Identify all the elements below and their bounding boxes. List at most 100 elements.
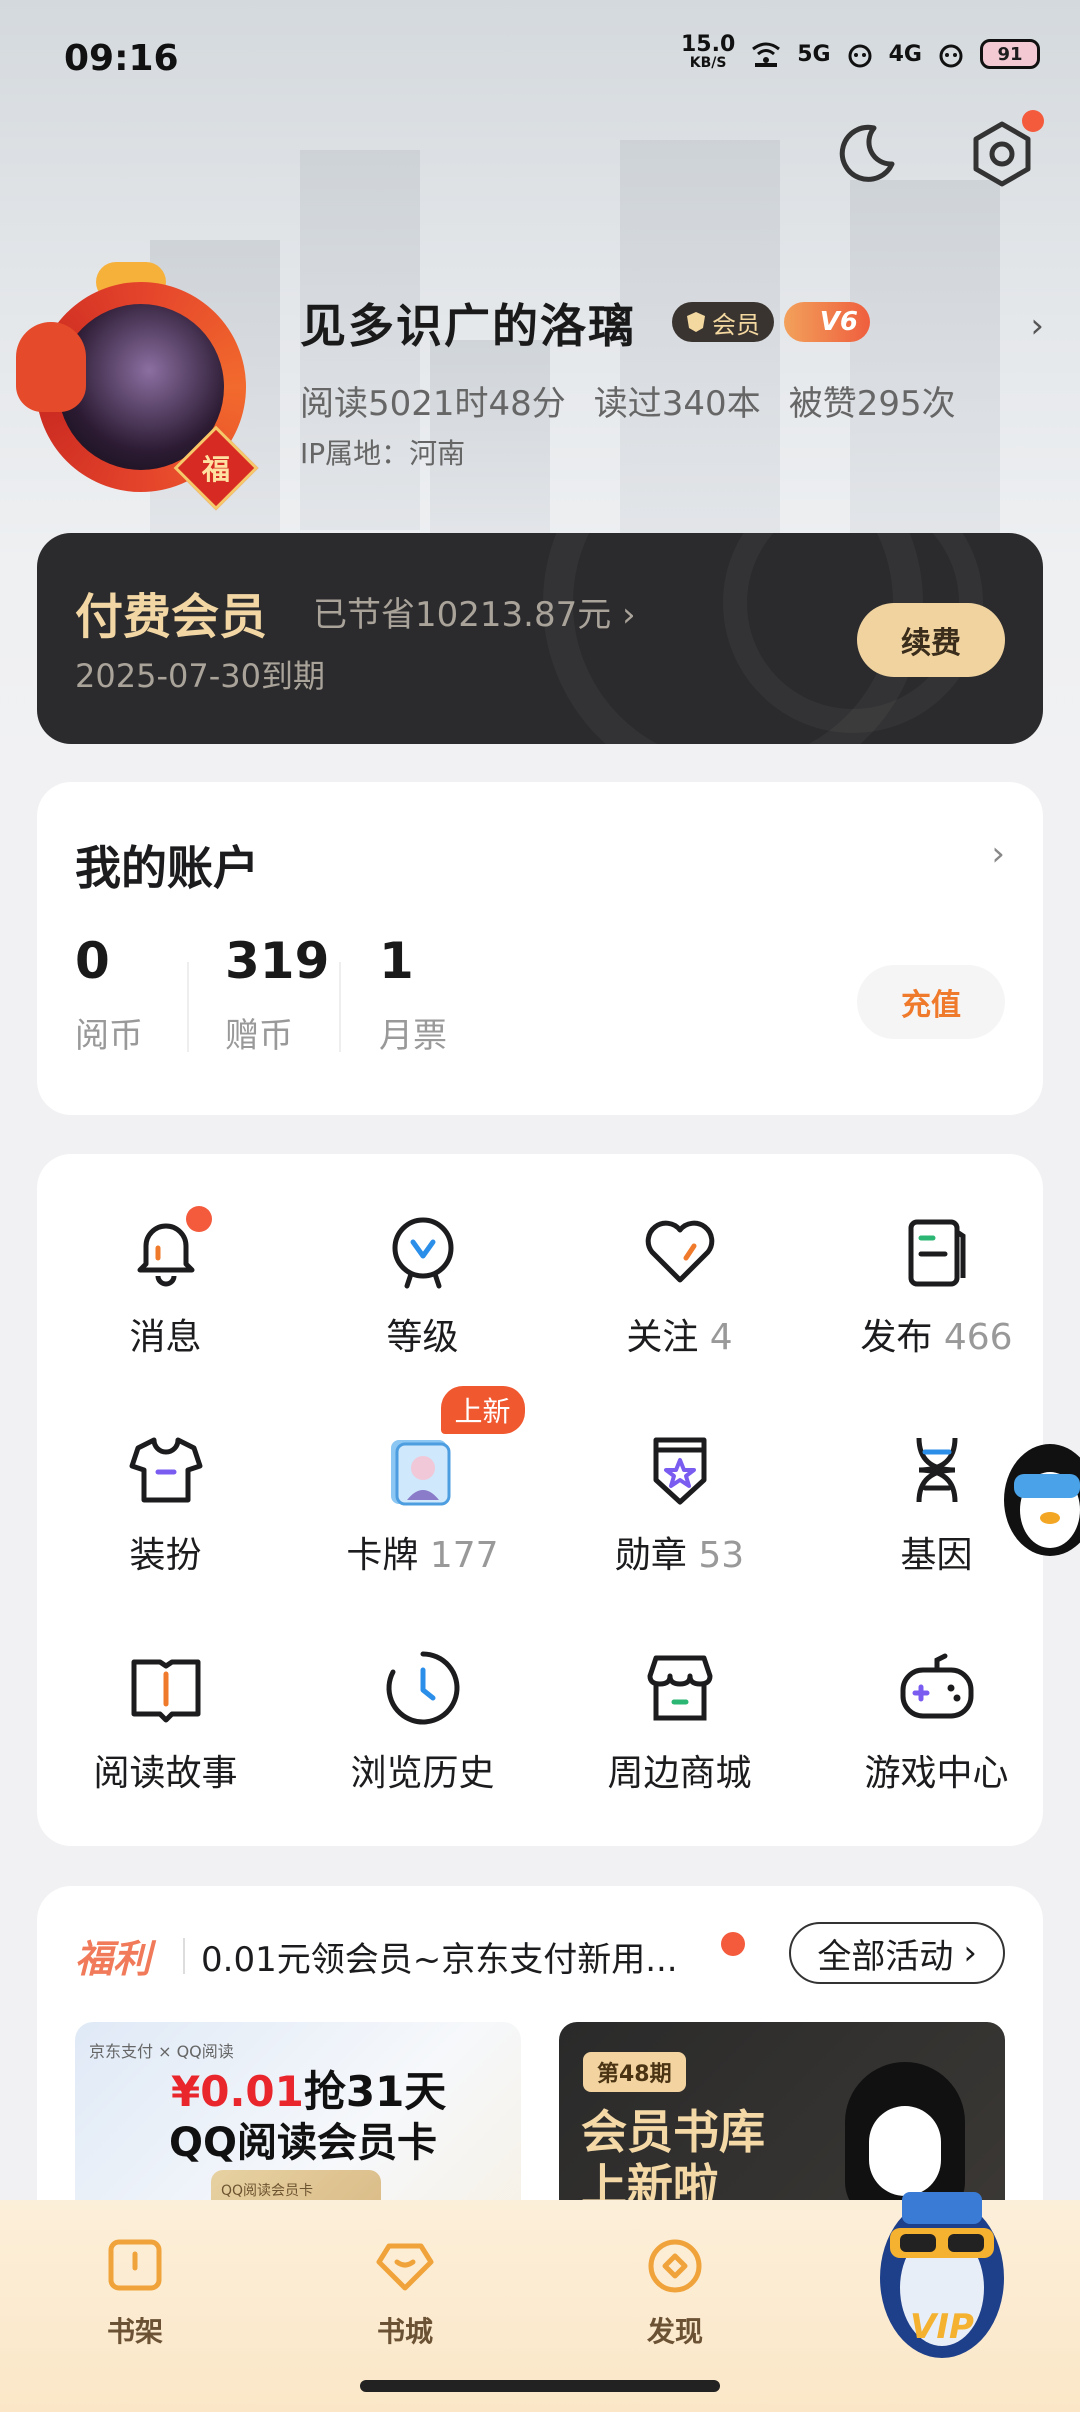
divider	[183, 1938, 185, 1974]
ip-location: IP属地：河南	[300, 437, 466, 470]
grid-count: 53	[698, 1535, 745, 1576]
renew-button[interactable]: 续费	[857, 603, 1005, 677]
divider	[339, 962, 341, 1052]
account-label: 阅币	[75, 1016, 143, 1056]
level-medal-icon	[383, 1212, 463, 1292]
grid-item-dressup[interactable]: 装扮	[37, 1430, 294, 1578]
grid-label: 游戏中心	[808, 1744, 1065, 1796]
feature-grid: 消息 等级 关注 4 发布 466 装扮 上新 卡牌 177 勋章 53 基因 …	[37, 1154, 1043, 1846]
account-item-zengbi[interactable]: 319 赠币	[225, 932, 329, 1057]
bookshelf-icon	[108, 2239, 162, 2291]
bell-icon	[126, 1206, 212, 1292]
notification-dot	[185, 1206, 212, 1232]
books-read: 读过340本	[593, 384, 761, 424]
member-expiry: 2025-07-30到期	[75, 657, 325, 695]
welfare-title: 福利	[75, 1937, 152, 1981]
grid-item-follow[interactable]: 关注 4	[551, 1212, 808, 1360]
account-item-yuebi[interactable]: 0 阅币	[75, 932, 143, 1057]
diamond-icon	[376, 2243, 434, 2291]
grid-label: 发布 466	[808, 1308, 1065, 1360]
level-badge[interactable]: V6	[784, 302, 870, 342]
status-bar: 09:16 15.0 KB/S 5G 4G 91	[0, 0, 1080, 120]
grid-label-text: 基因	[900, 1535, 973, 1576]
divider	[187, 962, 189, 1052]
grid-item-medals[interactable]: 勋章 53	[551, 1430, 808, 1578]
member-card[interactable]: 付费会员 已节省10213.87元 › 2025-07-30到期 续费	[37, 533, 1043, 744]
member-savings[interactable]: 已节省10213.87元 ›	[313, 587, 636, 636]
grid-label-text: 卡牌	[346, 1535, 419, 1576]
nav-bookshelf[interactable]: 书架	[55, 2236, 215, 2350]
account-value: 319	[225, 932, 330, 990]
grid-item-messages[interactable]: 消息	[37, 1206, 294, 1360]
grid-label-text: 周边商城	[607, 1753, 752, 1794]
account-title[interactable]: 我的账户	[75, 832, 259, 898]
pet-icon	[939, 44, 963, 68]
all-activities-button[interactable]: 全部活动 ›	[789, 1922, 1005, 1984]
nav-label: 发现	[646, 2315, 703, 2348]
nav-discover[interactable]: 发现	[595, 2236, 755, 2350]
all-activities-label: 全部活动	[817, 1936, 954, 1977]
heart-icon	[640, 1212, 720, 1292]
account-value: 0	[75, 932, 110, 990]
building-decoration	[850, 180, 1000, 540]
grid-label: 勋章 53	[551, 1526, 808, 1578]
floating-mascot[interactable]	[1000, 1440, 1080, 1570]
grid-item-mall[interactable]: 周边商城	[551, 1648, 808, 1796]
grid-item-cards[interactable]: 上新 卡牌 177	[294, 1386, 551, 1578]
nav-bookstore[interactable]: 书城	[325, 2236, 485, 2350]
recharge-button[interactable]: 充值	[857, 965, 1005, 1039]
grid-label-text: 等级	[386, 1317, 459, 1358]
home-indicator[interactable]	[360, 2380, 720, 2392]
account-item-yuepiao[interactable]: 1 月票	[379, 932, 447, 1057]
profile-stats: 阅读5021时48分 读过340本 被赞295次	[300, 376, 956, 425]
vip-badge-label: 会员	[712, 310, 760, 339]
clock-icon	[383, 1648, 463, 1728]
account-card: 我的账户 › 0 阅币 319 赠币 1 月票 充值	[37, 782, 1043, 1115]
grid-label-text: 装扮	[129, 1535, 202, 1576]
grid-item-reading-story[interactable]: 阅读故事	[37, 1648, 294, 1796]
grid-item-history[interactable]: 浏览历史	[294, 1648, 551, 1796]
night-mode-button[interactable]	[828, 116, 904, 192]
nav-label: 书城	[376, 2315, 433, 2348]
grid-label-text: 阅读故事	[93, 1753, 238, 1794]
grid-count: 177	[429, 1535, 499, 1576]
wifi-icon	[752, 42, 781, 67]
shop-icon	[640, 1648, 720, 1728]
welfare-ticker[interactable]: 0.01元领会员~京东支付新用...	[201, 1932, 701, 1981]
chevron-right-icon: ›	[963, 1933, 977, 1973]
chevron-right-icon[interactable]: ›	[991, 834, 1005, 874]
grid-label: 等级	[294, 1308, 551, 1360]
account-value: 1	[379, 932, 414, 990]
grid-item-level[interactable]: 等级	[294, 1212, 551, 1360]
chevron-right-icon[interactable]: ›	[1030, 306, 1044, 346]
shield-icon	[687, 312, 705, 332]
signal-5g-label: 5G	[797, 41, 831, 67]
open-book-icon	[126, 1648, 206, 1728]
avatar[interactable]: 福	[16, 262, 266, 512]
grid-label: 消息	[37, 1308, 294, 1360]
grid-label-text: 勋章	[614, 1535, 687, 1576]
net-speed: 15.0 KB/S	[681, 34, 735, 72]
likes-count: 被赞295次	[788, 384, 956, 424]
top-actions	[828, 110, 1044, 192]
new-badge: 上新	[440, 1386, 525, 1434]
grid-label-text: 关注	[626, 1317, 699, 1358]
badge-icon	[640, 1430, 720, 1510]
grid-item-publish[interactable]: 发布 466	[808, 1212, 1065, 1360]
settings-button[interactable]	[964, 110, 1044, 192]
profile-name[interactable]: 见多识广的洛璃	[300, 290, 636, 356]
tshirt-icon	[126, 1430, 206, 1510]
grid-count: 466	[943, 1317, 1013, 1358]
card-collection-icon: 上新	[383, 1386, 525, 1510]
moon-icon	[839, 124, 895, 182]
grid-label: 装扮	[37, 1526, 294, 1578]
dna-icon	[897, 1430, 977, 1510]
banner-headline-rest: 抢31天	[303, 2067, 447, 2116]
vip-mascot-tab[interactable]: VIP	[872, 2168, 1012, 2368]
banner-subline: QQ阅读会员卡	[169, 2120, 438, 2166]
grid-item-game-center[interactable]: 游戏中心	[808, 1648, 1065, 1796]
status-icons: 15.0 KB/S 5G 4G 91	[681, 34, 1040, 72]
account-label: 月票	[379, 1016, 447, 1056]
account-label: 赠币	[225, 1016, 293, 1056]
vip-badge[interactable]: 会员	[672, 302, 774, 342]
